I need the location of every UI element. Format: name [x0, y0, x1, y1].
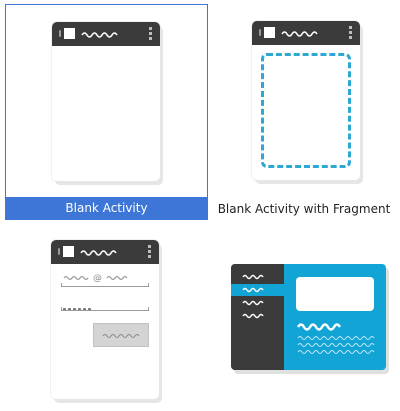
selected-list-item [231, 284, 284, 296]
tablet-preview [231, 264, 386, 370]
detail-image-card [296, 277, 374, 311]
title-squiggle-icon [281, 31, 318, 37]
app-icon [64, 28, 75, 39]
detail-text-squiggle-icon [297, 323, 375, 354]
title-squiggle-icon [80, 250, 117, 256]
template-tile-blank-activity-with-fragment[interactable]: Blank Activity with Fragment [208, 4, 400, 220]
action-bar [52, 22, 160, 46]
template-label: Blank Activity with Fragment [217, 202, 391, 216]
template-label: Blank Activity [6, 197, 207, 219]
list-item-squiggle-icon [242, 313, 264, 319]
password-dots-icon [63, 296, 93, 311]
email-squiggle-icon: @ [63, 274, 128, 284]
action-bar [252, 21, 360, 45]
action-bar [51, 240, 159, 264]
overflow-menu-icon [349, 26, 352, 41]
title-squiggle-icon [81, 32, 118, 38]
phone-preview [252, 21, 360, 180]
app-icon [63, 246, 74, 257]
button-squiggle-icon [102, 333, 140, 339]
template-tile-master-detail-flow[interactable] [208, 230, 400, 411]
email-field [61, 283, 149, 287]
list-item-squiggle-icon [242, 287, 264, 293]
back-icon [259, 29, 261, 36]
at-symbol: @ [93, 274, 102, 284]
template-tile-login-activity[interactable]: @ [5, 230, 208, 411]
template-tile-blank-activity[interactable]: Blank Activity [5, 4, 208, 220]
back-icon [59, 30, 61, 37]
list-item-squiggle-icon [242, 274, 264, 280]
phone-preview: @ [51, 240, 159, 399]
overflow-menu-icon [148, 245, 151, 260]
password-field [61, 307, 149, 311]
app-icon [264, 27, 275, 38]
phone-preview [52, 22, 160, 181]
list-item-squiggle-icon [242, 300, 264, 306]
fragment-placeholder [261, 53, 351, 168]
master-list-pane [231, 264, 284, 370]
back-icon [58, 248, 60, 255]
overflow-menu-icon [149, 27, 152, 42]
sign-in-button [93, 323, 149, 347]
